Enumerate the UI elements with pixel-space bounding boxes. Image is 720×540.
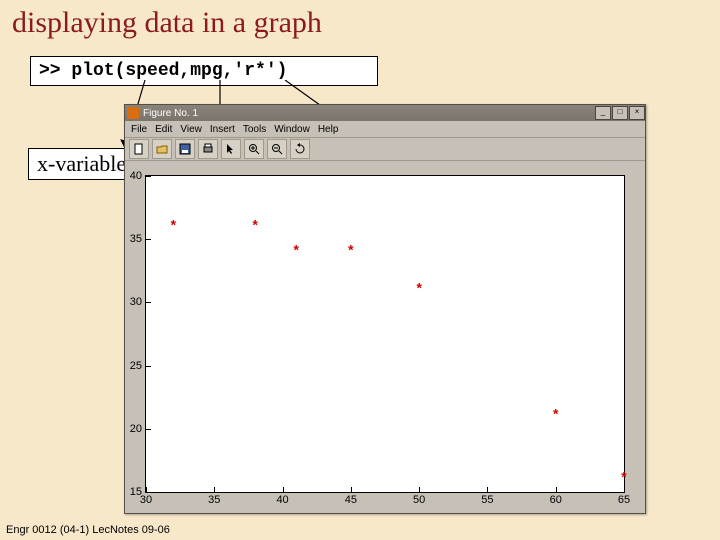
figure-icon — [127, 107, 139, 119]
y-tick-label: 30 — [130, 296, 146, 308]
y-tick-label: 35 — [130, 233, 146, 245]
x-tick-label: 55 — [481, 492, 493, 506]
zoom-out-icon[interactable] — [267, 139, 287, 159]
maximize-button[interactable]: □ — [612, 106, 628, 120]
close-button[interactable]: × — [629, 106, 645, 120]
figure-titlebar: Figure No. 1 _ □ × — [125, 105, 645, 121]
data-point: * — [415, 283, 423, 297]
menu-window[interactable]: Window — [274, 124, 310, 135]
x-tick-label: 60 — [550, 492, 562, 506]
menu-view[interactable]: View — [180, 124, 202, 135]
slide-footer: Engr 0012 (04-1) LecNotes 09-06 — [6, 524, 170, 536]
data-point: * — [169, 220, 177, 234]
y-tick-label: 25 — [130, 360, 146, 372]
figure-toolbar — [125, 138, 645, 161]
zoom-in-icon[interactable] — [244, 139, 264, 159]
x-tick-label: 35 — [208, 492, 220, 506]
open-icon[interactable] — [152, 139, 172, 159]
y-tick-label: 15 — [130, 486, 146, 498]
plot-axes: 3035404550556065152025303540******* — [145, 175, 625, 493]
menu-help[interactable]: Help — [318, 124, 339, 135]
y-tick-label: 40 — [130, 170, 146, 182]
menu-tools[interactable]: Tools — [243, 124, 266, 135]
figure-window: Figure No. 1 _ □ × File Edit View Insert… — [124, 104, 646, 514]
menu-file[interactable]: File — [131, 124, 147, 135]
data-point: * — [620, 472, 628, 486]
data-point: * — [347, 245, 355, 259]
x-tick-label: 50 — [413, 492, 425, 506]
new-figure-icon[interactable] — [129, 139, 149, 159]
data-point: * — [251, 220, 259, 234]
pointer-icon[interactable] — [221, 139, 241, 159]
slide-title: displaying data in a graph — [12, 6, 322, 40]
window-buttons: _ □ × — [594, 106, 645, 120]
y-tick-label: 20 — [130, 423, 146, 435]
print-icon[interactable] — [198, 139, 218, 159]
rotate-icon[interactable] — [290, 139, 310, 159]
save-icon[interactable] — [175, 139, 195, 159]
x-tick-label: 45 — [345, 492, 357, 506]
figure-menubar: File Edit View Insert Tools Window Help — [125, 121, 645, 138]
data-point: * — [552, 409, 560, 423]
menu-edit[interactable]: Edit — [155, 124, 172, 135]
x-tick-label: 65 — [618, 492, 630, 506]
label-x-variable: x-variable — [28, 148, 135, 180]
x-tick-label: 40 — [276, 492, 288, 506]
figure-title: Figure No. 1 — [143, 108, 198, 119]
data-point: * — [292, 245, 300, 259]
menu-insert[interactable]: Insert — [210, 124, 235, 135]
minimize-button[interactable]: _ — [595, 106, 611, 120]
